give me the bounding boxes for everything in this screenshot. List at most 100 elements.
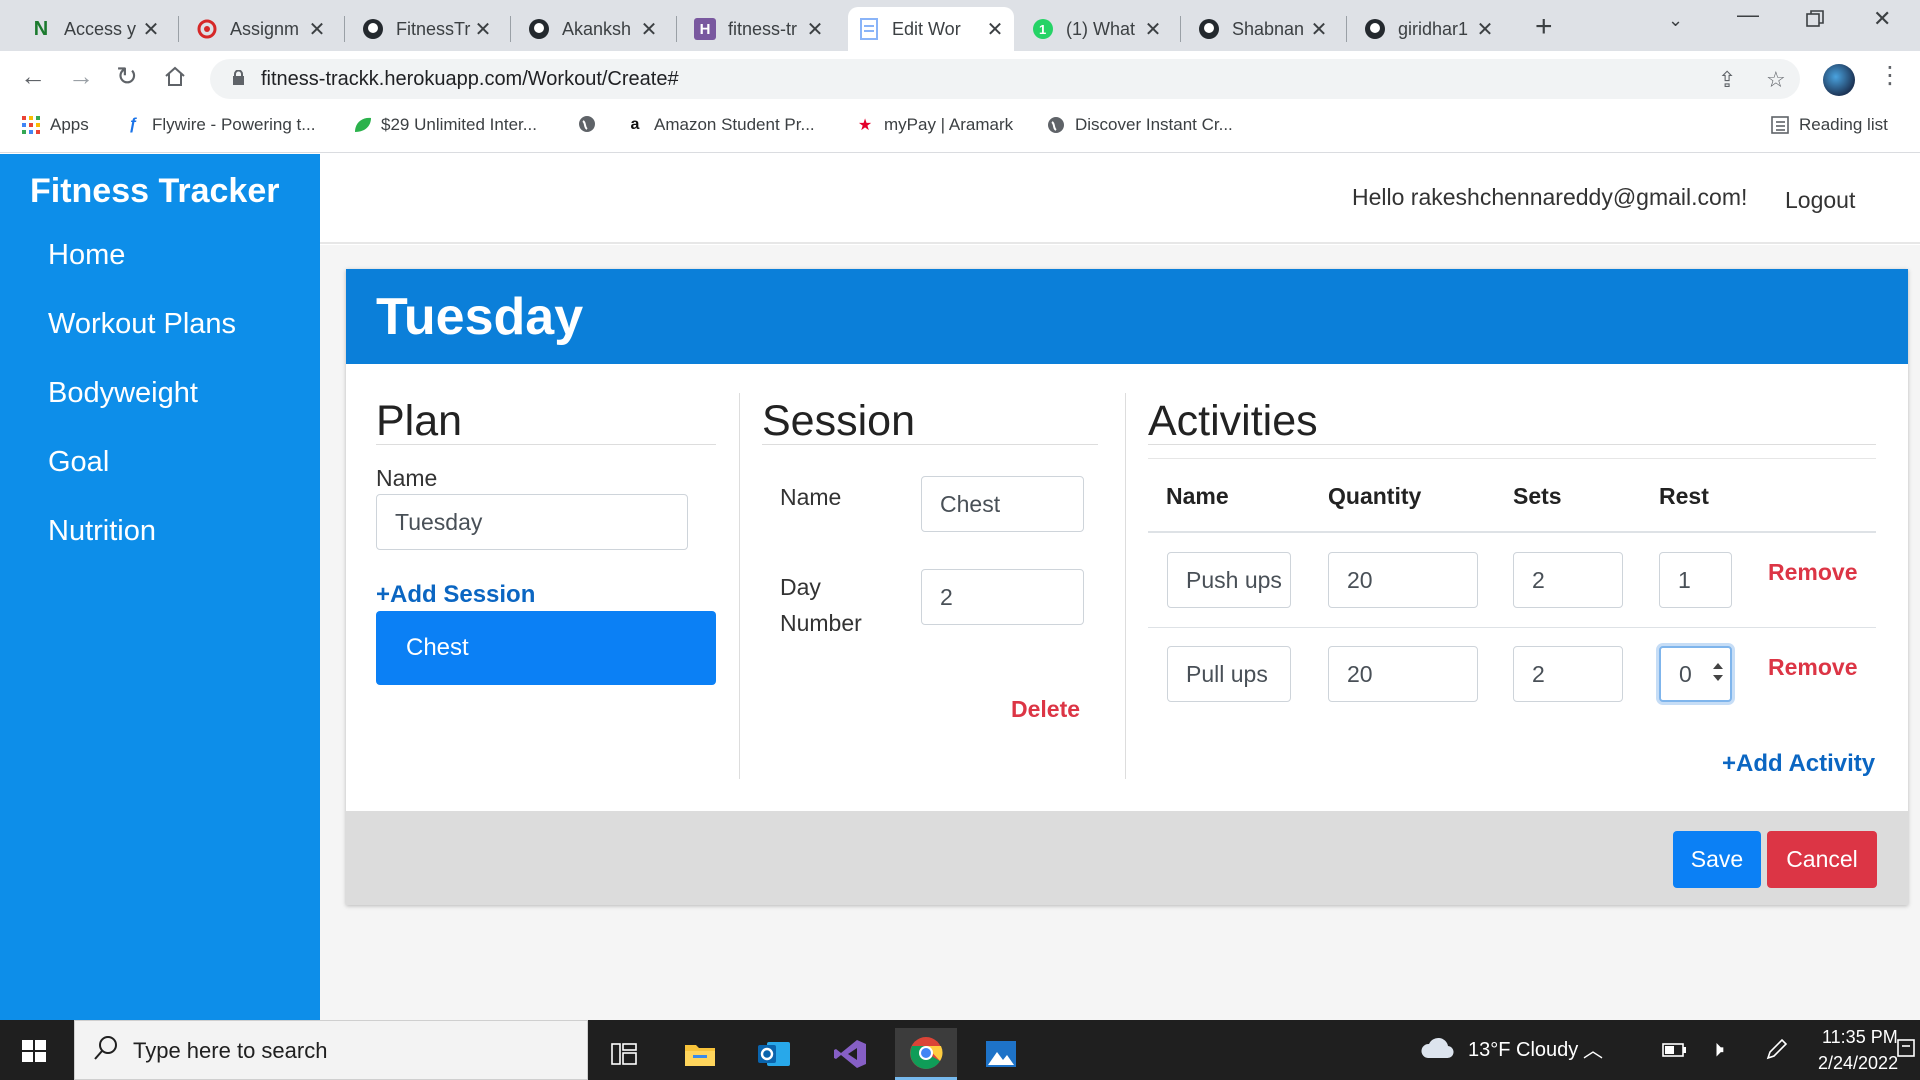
weather-text[interactable]: 13°F Cloudy bbox=[1468, 1039, 1578, 1062]
windows-start-icon[interactable] bbox=[22, 1040, 46, 1067]
back-icon[interactable]: ← bbox=[20, 61, 46, 92]
browser-tab[interactable]: Assignm ✕ bbox=[186, 7, 336, 51]
taskbar-search-box[interactable]: Type here to search bbox=[74, 1020, 588, 1080]
nav-workout-plans[interactable]: Workout Plans bbox=[48, 308, 236, 341]
plan-name-label: Name bbox=[376, 465, 438, 491]
logout-link[interactable]: Logout bbox=[1785, 187, 1855, 214]
close-icon[interactable]: ✕ bbox=[1144, 17, 1162, 42]
activity-name-input[interactable]: Pull ups bbox=[1167, 646, 1291, 702]
delete-session-link[interactable]: Delete bbox=[1011, 696, 1080, 723]
photos-icon[interactable] bbox=[970, 1028, 1032, 1080]
cloud-weather-icon[interactable] bbox=[1420, 1036, 1454, 1065]
brand-title[interactable]: Fitness Tracker bbox=[30, 172, 279, 211]
user-greeting[interactable]: Hello rakeshchennareddy@gmail.com! bbox=[1352, 184, 1747, 211]
pen-icon[interactable] bbox=[1765, 1037, 1789, 1066]
bookmark-mypay[interactable]: ★ myPay | Aramark bbox=[856, 115, 1013, 135]
cancel-button[interactable]: Cancel bbox=[1767, 831, 1877, 888]
reading-list[interactable]: Reading list bbox=[1771, 115, 1888, 135]
remove-activity-link[interactable]: Remove bbox=[1768, 559, 1857, 586]
activity-name-input[interactable]: Push ups bbox=[1167, 552, 1291, 608]
battery-icon[interactable] bbox=[1662, 1042, 1688, 1063]
browser-tab[interactable]: H fitness-tr ✕ bbox=[684, 7, 834, 51]
plan-heading-rule bbox=[376, 444, 716, 445]
browser-tab[interactable]: N Access y ✕ bbox=[20, 7, 170, 51]
browser-tab[interactable]: giridhar1 ✕ bbox=[1354, 7, 1504, 51]
clock-date[interactable]: 2/24/2022 bbox=[1818, 1053, 1898, 1074]
browser-tab[interactable]: 1 (1) What ✕ bbox=[1022, 7, 1172, 51]
profile-avatar[interactable] bbox=[1823, 64, 1855, 96]
search-placeholder: Type here to search bbox=[133, 1038, 328, 1063]
chrome-icon[interactable] bbox=[895, 1028, 957, 1080]
aramark-star-icon: ★ bbox=[857, 117, 873, 134]
outlook-icon[interactable] bbox=[743, 1028, 805, 1080]
bookmark-unlimited[interactable]: $29 Unlimited Inter... bbox=[353, 115, 537, 135]
windows-taskbar: Type here to search 13°F Cloudy ︿ 🕨 11:3… bbox=[0, 1020, 1920, 1080]
day-number-input[interactable]: 2 bbox=[921, 569, 1084, 625]
save-button[interactable]: Save bbox=[1673, 831, 1761, 888]
reload-icon[interactable]: ↻ bbox=[116, 61, 138, 92]
tab-search-icon[interactable]: ⌄ bbox=[1668, 10, 1683, 31]
remove-activity-link[interactable]: Remove bbox=[1768, 654, 1857, 681]
close-icon[interactable]: ✕ bbox=[806, 17, 824, 42]
bookmark-flywire[interactable]: ƒ Flywire - Powering t... bbox=[124, 115, 316, 135]
close-icon[interactable]: ✕ bbox=[1310, 17, 1328, 42]
home-icon[interactable] bbox=[164, 63, 186, 94]
share-icon[interactable]: ⇪ bbox=[1718, 67, 1736, 93]
notifications-icon[interactable] bbox=[1896, 1038, 1916, 1065]
activity-sets-input[interactable]: 2 bbox=[1513, 646, 1623, 702]
close-icon[interactable]: ✕ bbox=[474, 17, 492, 42]
session-item-chest[interactable]: Chest bbox=[376, 611, 716, 685]
volume-muted-icon[interactable]: 🕨 bbox=[1710, 1036, 1724, 1062]
show-hidden-icons-icon[interactable]: ︿ bbox=[1583, 1034, 1603, 1063]
reading-list-icon bbox=[1771, 116, 1789, 134]
close-icon[interactable]: ✕ bbox=[640, 17, 658, 42]
github-icon bbox=[362, 18, 384, 40]
activity-rest-input-focused[interactable]: 0 bbox=[1659, 646, 1732, 702]
clock-time[interactable]: 11:35 PM bbox=[1822, 1027, 1898, 1048]
day-number-label-line1: Day bbox=[780, 574, 821, 600]
browser-tab[interactable]: Shabnan ✕ bbox=[1188, 7, 1338, 51]
forward-icon[interactable]: → bbox=[68, 61, 94, 92]
omnibox[interactable]: fitness-trackk.herokuapp.com/Workout/Cre… bbox=[210, 59, 1800, 99]
close-icon[interactable]: ✕ bbox=[1476, 17, 1494, 42]
close-icon[interactable]: ✕ bbox=[142, 17, 160, 42]
more-menu-icon[interactable]: ⋮ bbox=[1878, 61, 1902, 90]
session-name-input[interactable]: Chest bbox=[921, 476, 1084, 532]
file-explorer-icon[interactable] bbox=[669, 1028, 731, 1080]
bookmark-discover[interactable]: Discover Instant Cr... bbox=[1047, 115, 1233, 135]
activity-rest-input[interactable]: 1 bbox=[1659, 552, 1732, 608]
plan-name-input[interactable]: Tuesday bbox=[376, 494, 688, 550]
activity-quantity-input[interactable]: 20 bbox=[1328, 646, 1478, 702]
new-tab-icon[interactable]: + bbox=[1535, 10, 1553, 44]
browser-tab-active[interactable]: Edit Wor ✕ bbox=[848, 7, 1014, 51]
globe-icon bbox=[578, 115, 596, 133]
bookmark-star-icon[interactable]: ☆ bbox=[1766, 67, 1786, 93]
nav-home[interactable]: Home bbox=[48, 239, 125, 272]
activity-quantity-input[interactable]: 20 bbox=[1328, 552, 1478, 608]
nav-goal[interactable]: Goal bbox=[48, 446, 109, 479]
bookmark-globe[interactable] bbox=[578, 115, 606, 133]
number-spinner-icon[interactable] bbox=[1712, 660, 1724, 690]
close-icon[interactable]: ✕ bbox=[308, 17, 326, 42]
activity-sets-input[interactable]: 2 bbox=[1513, 552, 1623, 608]
github-icon bbox=[1364, 18, 1386, 40]
plan-heading: Plan bbox=[376, 397, 463, 445]
browser-tab[interactable]: Akanksh ✕ bbox=[518, 7, 668, 51]
minimize-icon[interactable]: — bbox=[1737, 2, 1759, 28]
bookmark-amazon[interactable]: a Amazon Student Pr... bbox=[626, 115, 815, 135]
bookmark-apps[interactable]: Apps bbox=[22, 115, 89, 135]
workout-title: Tuesday bbox=[376, 288, 584, 346]
add-session-link[interactable]: +Add Session bbox=[376, 581, 535, 609]
browser-tab[interactable]: FitnessTr ✕ bbox=[352, 7, 502, 51]
session-name-label: Name bbox=[780, 484, 842, 510]
add-activity-link[interactable]: +Add Activity bbox=[1722, 750, 1875, 778]
nav-nutrition[interactable]: Nutrition bbox=[48, 515, 156, 548]
window-close-icon[interactable]: ✕ bbox=[1873, 6, 1891, 32]
nav-bodyweight[interactable]: Bodyweight bbox=[48, 377, 198, 410]
flywire-icon: ƒ bbox=[128, 116, 138, 133]
tab-title: FitnessTr bbox=[396, 18, 471, 39]
task-view-icon[interactable] bbox=[593, 1028, 655, 1080]
close-icon[interactable]: ✕ bbox=[986, 17, 1004, 42]
restore-icon[interactable] bbox=[1806, 8, 1824, 34]
visual-studio-icon[interactable] bbox=[819, 1028, 881, 1080]
